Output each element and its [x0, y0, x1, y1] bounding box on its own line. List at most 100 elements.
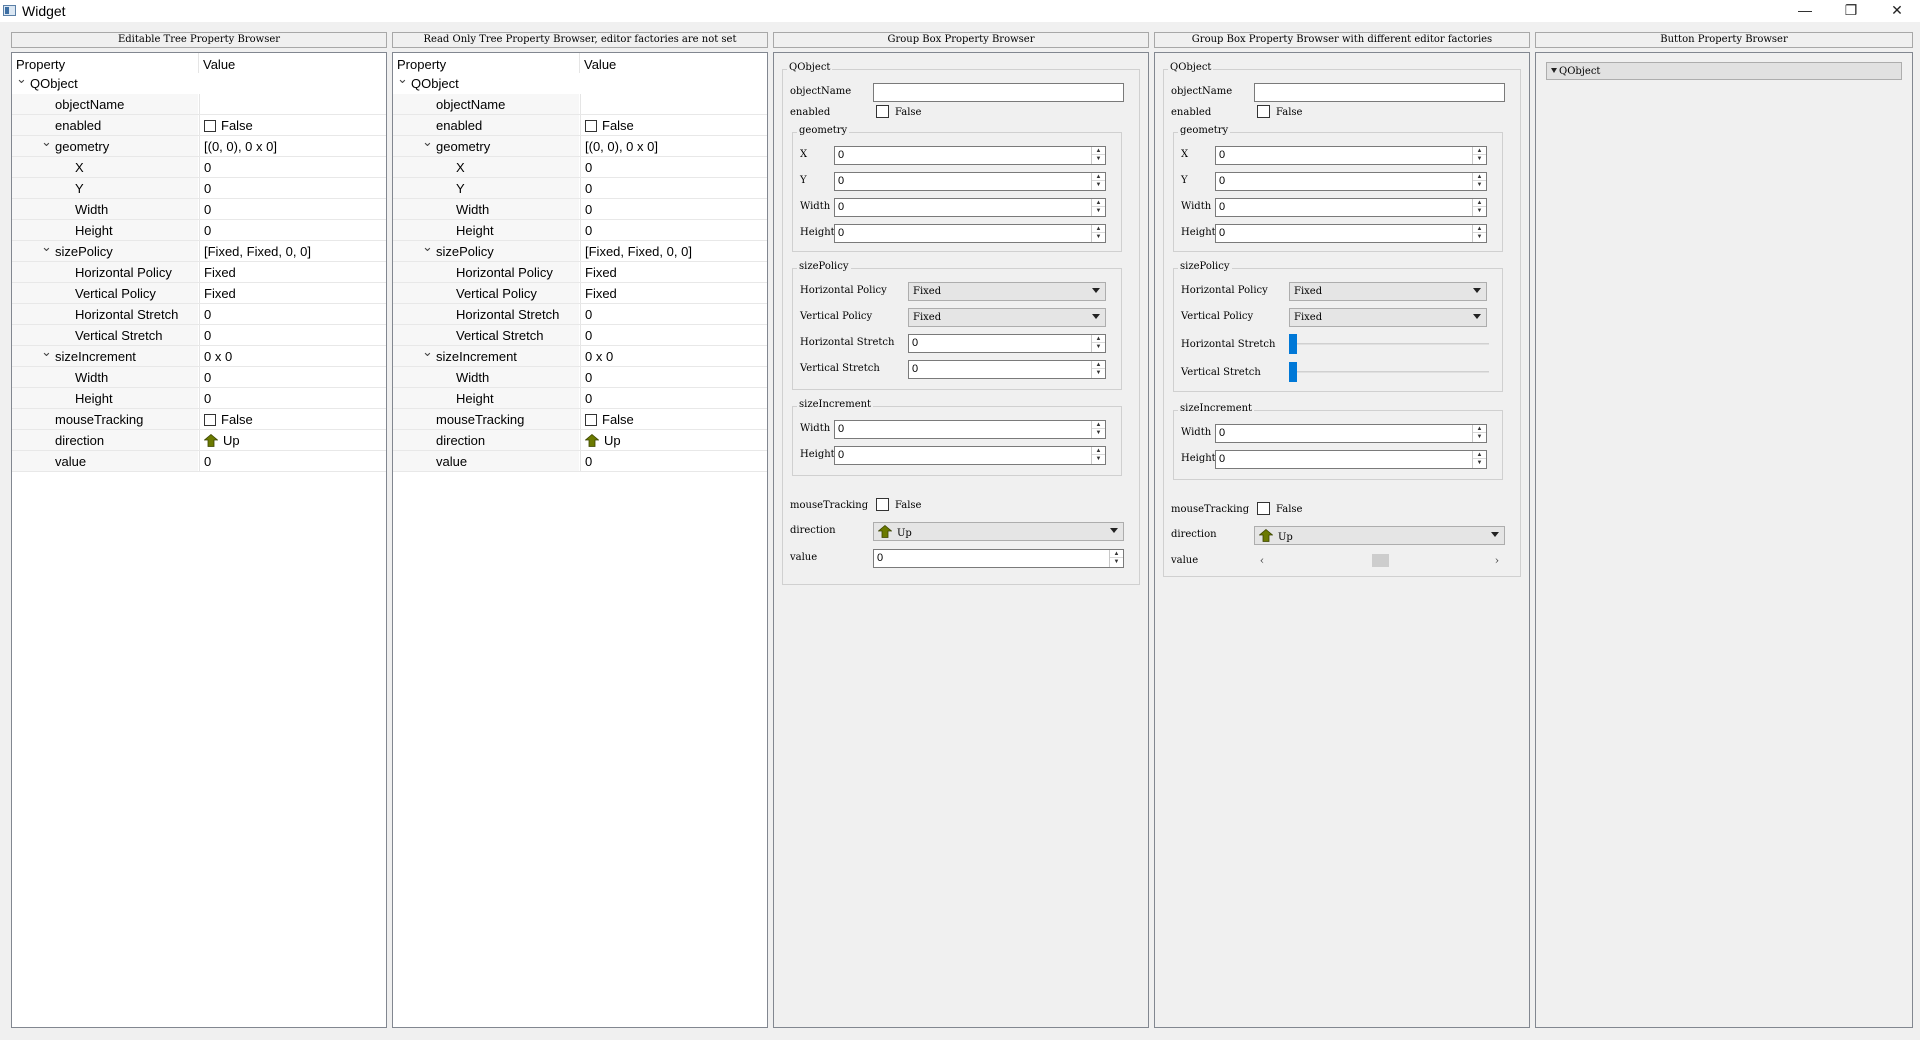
height-spinbox[interactable]: 0 ▲ ▼	[1215, 450, 1487, 469]
tree-row[interactable]: Height 0	[393, 220, 767, 241]
checkbox[interactable]	[204, 414, 216, 426]
tree-row[interactable]: Width 0	[393, 367, 767, 388]
height-spinbox[interactable]: 0 ▲ ▼	[1215, 224, 1487, 243]
x-spinbox[interactable]: 0 ▲ ▼	[1215, 146, 1487, 165]
property-value-cell[interactable]: Fixed	[199, 262, 386, 282]
tree-row[interactable]: mouseTracking False	[393, 409, 767, 430]
property-value-cell[interactable]: 0	[199, 367, 386, 387]
property-value-cell[interactable]: Up	[199, 430, 386, 450]
tree-row[interactable]: ⌄ sizeIncrement 0 x 0	[12, 345, 386, 367]
checkbox[interactable]	[204, 120, 216, 132]
tree-row[interactable]: ⌄ QObject	[393, 72, 767, 94]
tree-row[interactable]: ⌄ sizeIncrement 0 x 0	[393, 345, 767, 367]
tree-row[interactable]: Horizontal Policy Fixed	[12, 262, 386, 283]
property-value-cell[interactable]: 0	[580, 178, 767, 198]
tree-row[interactable]: ⌄ sizePolicy [Fixed, Fixed, 0, 0]	[393, 240, 767, 262]
vpolicy-combo[interactable]: Fixed	[1289, 308, 1487, 327]
property-value-cell[interactable]: 0	[580, 325, 767, 345]
tree-row[interactable]: Vertical Stretch 0	[12, 325, 386, 346]
tree-row[interactable]: Width 0	[12, 199, 386, 220]
direction-combo[interactable]: Up	[873, 522, 1124, 541]
close-button[interactable]: ✕	[1874, 0, 1920, 22]
tree-row[interactable]: X0	[393, 157, 767, 178]
width-spinbox[interactable]: 0 ▲ ▼	[1215, 198, 1487, 217]
objectname-field[interactable]	[1254, 83, 1505, 102]
chevron-down-icon[interactable]: ⌄	[422, 135, 433, 148]
minimize-button[interactable]: —	[1782, 0, 1828, 22]
chevron-down-icon[interactable]: ⌄	[41, 240, 52, 253]
hstretch-slider[interactable]	[1289, 334, 1489, 354]
tree-row[interactable]: ⌄ geometry [(0, 0), 0 x 0]	[393, 135, 767, 157]
tree-row[interactable]: Horizontal Stretch 0	[393, 304, 767, 325]
property-value-cell[interactable]: 0	[580, 157, 767, 177]
tree-row[interactable]: Width 0	[393, 199, 767, 220]
property-value-cell[interactable]: 0	[580, 451, 767, 471]
direction-combo[interactable]: Up	[1254, 526, 1505, 545]
property-value-cell[interactable]: [Fixed, Fixed, 0, 0]	[199, 241, 386, 261]
property-value-cell[interactable]	[580, 94, 767, 114]
checkbox[interactable]	[585, 120, 597, 132]
height-spinbox[interactable]: 0 ▲ ▼	[834, 224, 1106, 243]
property-value-cell[interactable]: 0	[199, 199, 386, 219]
property-value-cell[interactable]: False	[199, 409, 386, 429]
mousetracking-checkbox[interactable]	[876, 498, 889, 511]
property-value-cell[interactable]: 0	[580, 199, 767, 219]
tree-row[interactable]: Width 0	[12, 367, 386, 388]
hpolicy-combo[interactable]: Fixed	[1289, 282, 1487, 301]
objectname-field[interactable]	[873, 83, 1124, 102]
chevron-down-icon[interactable]: ⌄	[16, 72, 27, 85]
property-value-cell[interactable]: 0	[580, 388, 767, 408]
qobject-expand-button[interactable]: QObject	[1546, 62, 1902, 80]
property-value-cell[interactable]: Fixed	[580, 283, 767, 303]
tree-row[interactable]: X0	[12, 157, 386, 178]
chevron-down-icon[interactable]: ⌄	[397, 72, 408, 85]
property-value-cell[interactable]: False	[580, 409, 767, 429]
property-value-cell[interactable]: 0	[199, 325, 386, 345]
tree-row[interactable]: Horizontal Stretch 0	[12, 304, 386, 325]
tree-row[interactable]: Height 0	[12, 220, 386, 241]
tree-row[interactable]: Height 0	[393, 388, 767, 409]
hstretch-spinbox[interactable]: 0 ▲ ▼	[908, 334, 1106, 353]
chevron-down-icon[interactable]: ⌄	[41, 135, 52, 148]
tree-row[interactable]: Vertical Stretch 0	[393, 325, 767, 346]
tree-row[interactable]: ⌄ QObject	[12, 72, 386, 94]
y-spinbox[interactable]: 0 ▲ ▼	[834, 172, 1106, 191]
tree-row[interactable]: mouseTracking False	[12, 409, 386, 430]
property-value-cell[interactable]: False	[580, 115, 767, 135]
slider-handle[interactable]	[1289, 334, 1297, 354]
tree-row[interactable]: Vertical Policy Fixed	[12, 283, 386, 304]
hpolicy-combo[interactable]: Fixed	[908, 282, 1106, 301]
tree-row[interactable]: value 0	[393, 451, 767, 472]
property-value-cell[interactable]: [Fixed, Fixed, 0, 0]	[580, 241, 767, 261]
tree-row[interactable]: value 0	[12, 451, 386, 472]
property-value-cell[interactable]: 0 x 0	[199, 346, 386, 366]
tree-row[interactable]: direction Up	[393, 430, 767, 451]
y-spinbox[interactable]: 0 ▲ ▼	[1215, 172, 1487, 191]
tree-row[interactable]: objectName	[12, 94, 386, 115]
x-spinbox[interactable]: 0 ▲ ▼	[834, 146, 1106, 165]
property-value-cell[interactable]: 0	[199, 304, 386, 324]
property-value-cell[interactable]: [(0, 0), 0 x 0]	[580, 136, 767, 156]
property-value-cell[interactable]	[199, 94, 386, 114]
height-spinbox[interactable]: 0 ▲ ▼	[834, 446, 1106, 465]
scroll-thumb[interactable]	[1372, 554, 1389, 567]
property-value-cell[interactable]: 0	[199, 220, 386, 240]
tree-row[interactable]: Y0	[12, 178, 386, 199]
checkbox[interactable]	[585, 414, 597, 426]
width-spinbox[interactable]: 0 ▲ ▼	[1215, 424, 1487, 443]
property-value-cell[interactable]: Fixed	[580, 262, 767, 282]
property-value-cell[interactable]: 0 x 0	[580, 346, 767, 366]
property-value-cell[interactable]: Fixed	[199, 283, 386, 303]
vpolicy-combo[interactable]: Fixed	[908, 308, 1106, 327]
chevron-down-icon[interactable]: ⌄	[422, 345, 433, 358]
mousetracking-checkbox[interactable]	[1257, 502, 1270, 515]
chevron-down-icon[interactable]: ⌄	[41, 345, 52, 358]
maximize-button[interactable]: ❐	[1828, 0, 1874, 22]
property-value-cell[interactable]: [(0, 0), 0 x 0]	[199, 136, 386, 156]
vstretch-slider[interactable]	[1289, 362, 1489, 382]
property-value-cell[interactable]: False	[199, 115, 386, 135]
vstretch-spinbox[interactable]: 0 ▲ ▼	[908, 360, 1106, 379]
width-spinbox[interactable]: 0 ▲ ▼	[834, 198, 1106, 217]
property-value-cell[interactable]: 0	[580, 367, 767, 387]
property-value-cell[interactable]: 0	[199, 157, 386, 177]
